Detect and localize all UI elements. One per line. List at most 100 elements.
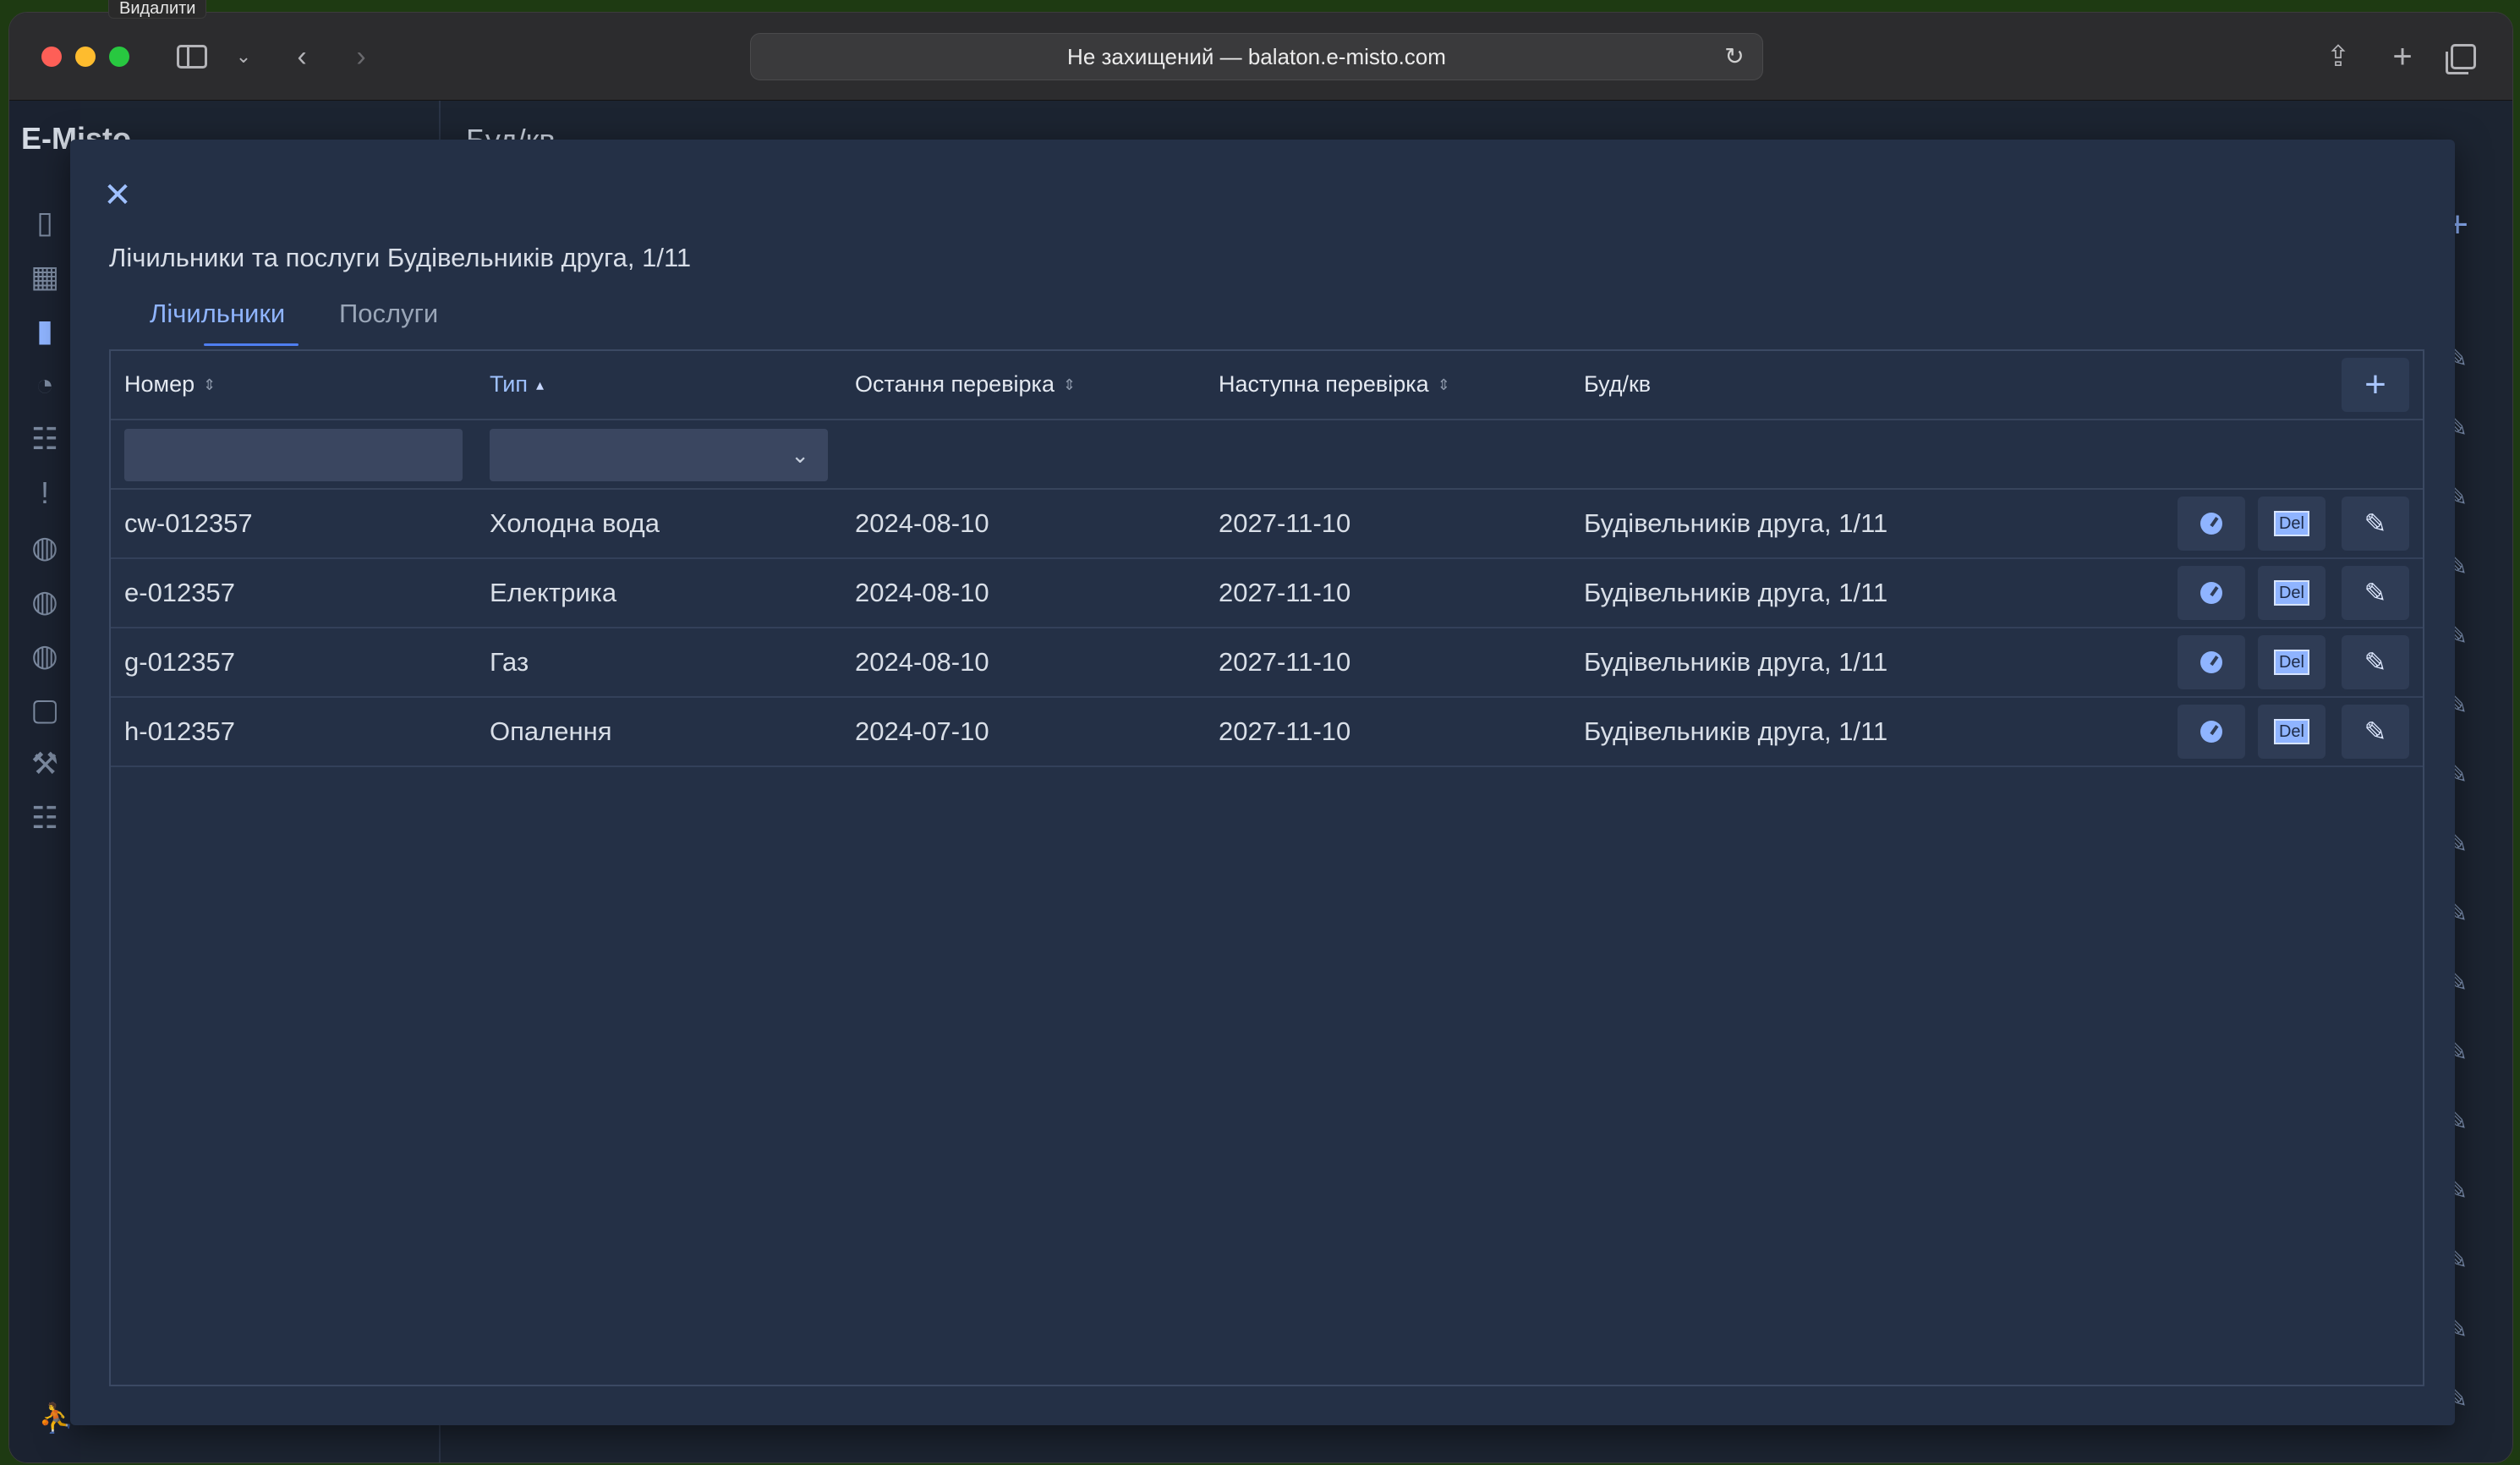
filter-row: ⌄ xyxy=(111,420,2423,490)
zoom-window-button[interactable] xyxy=(109,47,129,67)
readings-button[interactable] xyxy=(2178,635,2245,689)
edit-icon: ✎ xyxy=(2364,508,2387,539)
close-icon[interactable]: ✕ xyxy=(101,178,134,212)
users-icon[interactable]: ☷ xyxy=(25,419,65,459)
number-filter-input[interactable] xyxy=(124,429,463,481)
delete-icon: Del xyxy=(2273,511,2309,536)
minimize-window-button[interactable] xyxy=(75,47,96,67)
column-label: Тип xyxy=(490,371,529,397)
delete-button[interactable]: Del xyxy=(2258,635,2326,689)
reload-icon[interactable]: ↻ xyxy=(1722,44,1747,69)
edit-button[interactable]: ✎ xyxy=(2342,566,2409,620)
address-text: Не захищений — balaton.e-misto.com xyxy=(1067,43,1446,69)
chevron-down-icon: ⌄ xyxy=(791,442,809,468)
new-tab-icon[interactable]: + xyxy=(2384,38,2421,75)
meters-dialog: ✕ Лічильники та послуги Будівельників др… xyxy=(70,140,2455,1425)
meters-table: Номер ⇕ Тип ▴ Остання перевірка ⇕ Наступ… xyxy=(109,349,2424,1386)
add-meter-button[interactable]: + xyxy=(2342,358,2409,412)
delete-icon: Del xyxy=(2273,719,2309,744)
column-label: Буд/кв xyxy=(1584,371,1652,397)
table-row: g-012357 Газ 2024-08-10 2027-11-10 Будів… xyxy=(111,628,2423,698)
sort-icon: ⇕ xyxy=(1437,376,1450,393)
group-icon[interactable]: ☷ xyxy=(25,798,65,838)
delete-icon: Del xyxy=(2273,650,2309,675)
sidebar-toggle-icon[interactable] xyxy=(173,38,211,75)
gauge-icon xyxy=(2200,721,2222,743)
delete-button[interactable]: Del xyxy=(2258,566,2326,620)
cell-address: Будівельників друга, 1/11 xyxy=(1584,578,1888,607)
table-row: cw-012357 Холодна вода 2024-08-10 2027-1… xyxy=(111,490,2423,559)
gauge-icon xyxy=(2200,513,2222,535)
type-filter-select[interactable]: ⌄ xyxy=(490,429,828,481)
cell-number: h-012357 xyxy=(124,716,236,746)
cell-number: g-012357 xyxy=(124,647,236,677)
table-header: Номер ⇕ Тип ▴ Остання перевірка ⇕ Наступ… xyxy=(111,351,2423,420)
globe-icon-2[interactable]: ◍ xyxy=(25,581,65,622)
map-icon[interactable]: ▯ xyxy=(25,202,65,243)
building-icon[interactable]: ▦ xyxy=(25,256,65,297)
readings-button[interactable] xyxy=(2178,497,2245,551)
share-icon[interactable]: ⇪ xyxy=(2320,38,2357,75)
column-header-next-check[interactable]: Наступна перевірка ⇕ xyxy=(1219,371,1450,398)
globe-icon[interactable]: ◍ xyxy=(25,527,65,568)
column-header-last-check[interactable]: Остання перевірка ⇕ xyxy=(855,371,1076,398)
cell-number: cw-012357 xyxy=(124,508,253,538)
edit-icon: ✎ xyxy=(2364,578,2387,608)
edit-icon: ✎ xyxy=(2364,647,2387,678)
cell-type: Холодна вода xyxy=(490,508,660,538)
globe-icon-3[interactable]: ◍ xyxy=(25,635,65,676)
column-header-type[interactable]: Тип ▴ xyxy=(490,371,544,398)
dialog-title: Лічильники та послуги Будівельників друг… xyxy=(109,243,692,272)
document-icon[interactable]: ▢ xyxy=(25,689,65,730)
alert-icon[interactable]: ! xyxy=(25,473,65,513)
sort-icon: ⇕ xyxy=(203,376,216,393)
cell-next-check: 2027-11-10 xyxy=(1219,508,1351,538)
delete-button[interactable]: Del xyxy=(2258,705,2326,759)
wrench-icon[interactable]: ⚒ xyxy=(25,743,65,784)
gauge-icon xyxy=(2200,651,2222,673)
back-arrow-icon[interactable]: ‹ xyxy=(285,38,319,75)
exit-icon[interactable]: ⛹ xyxy=(38,1402,74,1435)
browser-toolbar: ⌄ ‹ › Не захищений — balaton.e-misto.com… xyxy=(9,13,2512,101)
delete-button[interactable]: Del xyxy=(2258,497,2326,551)
delete-icon: Del xyxy=(2273,580,2309,606)
cell-number: e-012357 xyxy=(124,578,236,607)
gauge-icon[interactable]: ◔ xyxy=(25,365,65,405)
edit-button[interactable]: ✎ xyxy=(2342,705,2409,759)
column-header-address: Буд/кв xyxy=(1584,371,1651,398)
cell-address: Будівельників друга, 1/11 xyxy=(1584,647,1888,677)
column-header-number[interactable]: Номер ⇕ xyxy=(124,371,216,398)
edit-button[interactable]: ✎ xyxy=(2342,497,2409,551)
close-window-button[interactable] xyxy=(41,47,62,67)
tab-meters[interactable]: Лічильники xyxy=(150,299,299,346)
forward-arrow-icon[interactable]: › xyxy=(344,38,378,75)
cell-type: Електрика xyxy=(490,578,617,607)
door-icon[interactable]: ▮ xyxy=(25,310,65,351)
column-label: Остання перевірка xyxy=(855,371,1055,397)
cell-next-check: 2027-11-10 xyxy=(1219,578,1351,607)
cell-type: Газ xyxy=(490,647,529,677)
cell-last-check: 2024-08-10 xyxy=(855,508,989,538)
column-label: Наступна перевірка xyxy=(1219,371,1429,397)
sort-icon: ⇕ xyxy=(1062,376,1076,393)
sort-ascending-icon: ▴ xyxy=(536,376,545,393)
column-label: Номер xyxy=(124,371,195,397)
browser-window: ⌄ ‹ › Не захищений — balaton.e-misto.com… xyxy=(8,12,2513,1463)
cell-address: Будівельників друга, 1/11 xyxy=(1584,508,1888,538)
cell-next-check: 2027-11-10 xyxy=(1219,716,1351,746)
edit-icon: ✎ xyxy=(2364,716,2387,747)
tab-services[interactable]: Послуги xyxy=(339,299,438,346)
tab-overview-icon[interactable] xyxy=(2445,38,2482,75)
readings-button[interactable] xyxy=(2178,705,2245,759)
cell-type: Опалення xyxy=(490,716,612,746)
chevron-down-icon[interactable]: ⌄ xyxy=(231,38,256,75)
table-row: e-012357 Електрика 2024-08-10 2027-11-10… xyxy=(111,559,2423,628)
readings-button[interactable] xyxy=(2178,566,2245,620)
cell-last-check: 2024-07-10 xyxy=(855,716,989,746)
address-bar[interactable]: Не захищений — balaton.e-misto.com ↻ xyxy=(750,33,1763,80)
cell-next-check: 2027-11-10 xyxy=(1219,647,1351,677)
edit-button[interactable]: ✎ xyxy=(2342,635,2409,689)
gauge-icon xyxy=(2200,582,2222,604)
delete-tooltip: Видалити xyxy=(108,0,207,19)
cell-last-check: 2024-08-10 xyxy=(855,647,989,677)
